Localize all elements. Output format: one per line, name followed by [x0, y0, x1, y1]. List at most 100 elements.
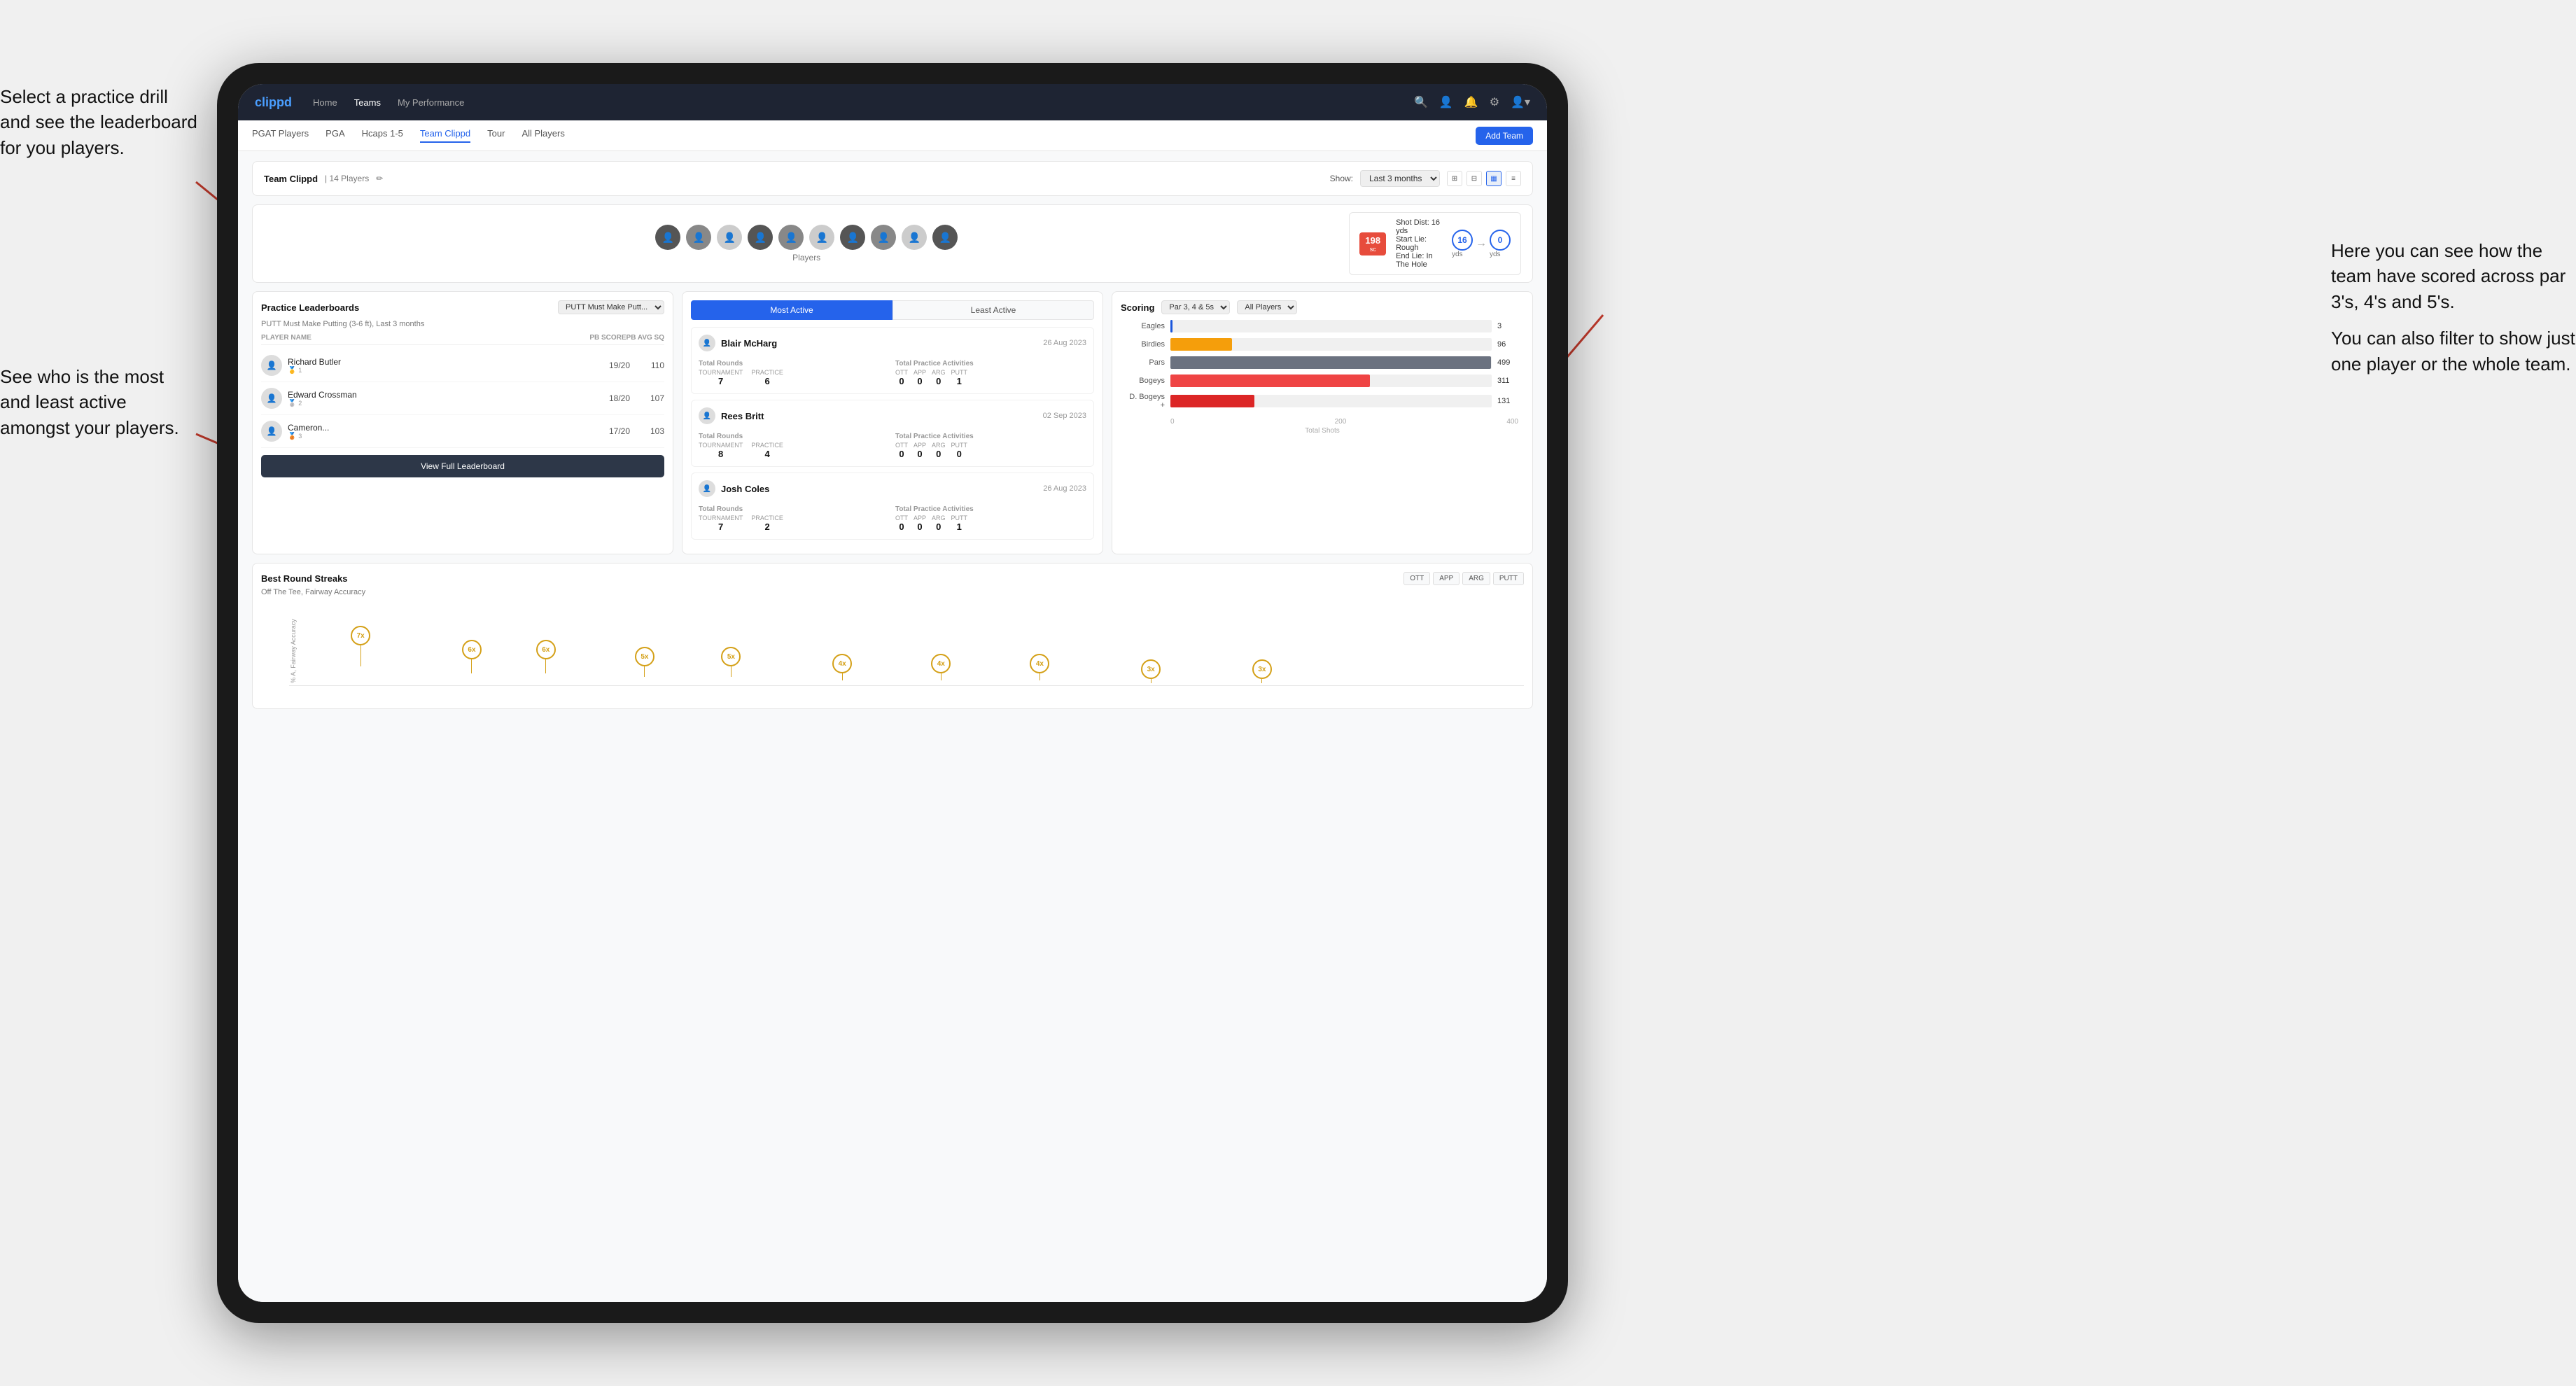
view-icons: ⊞ ⊟ ▦ ≡	[1447, 171, 1521, 186]
bar-pars: Pars 499	[1126, 356, 1518, 369]
avatar-9[interactable]: 👤	[902, 225, 927, 250]
bell-icon[interactable]: 🔔	[1464, 95, 1478, 109]
streak-dot-5: 5x	[721, 647, 741, 677]
avatar-6[interactable]: 👤	[809, 225, 834, 250]
nav-icons: 🔍 👤 🔔 ⚙ 👤▾	[1414, 95, 1530, 109]
player-card-3: 👤 Josh Coles 26 Aug 2023 Total Rounds To…	[691, 472, 1094, 540]
player-stats-2: Total Rounds Tournament8 Practice4 Total…	[699, 428, 1086, 459]
period-select[interactable]: Last 3 months	[1360, 170, 1440, 187]
players-label: Players	[792, 253, 820, 262]
show-label: Show:	[1330, 174, 1353, 183]
streak-circle-4: 5x	[635, 647, 654, 666]
subnav-tour[interactable]: Tour	[487, 128, 505, 143]
streak-line-2	[471, 659, 472, 673]
scoring-filter-players[interactable]: All Players	[1237, 300, 1297, 314]
scoring-title: Scoring	[1121, 302, 1154, 313]
avatar-4[interactable]: 👤	[748, 225, 773, 250]
avatar-7[interactable]: 👤	[840, 225, 865, 250]
view-card-icon[interactable]: ▦	[1486, 171, 1502, 186]
avatar-5[interactable]: 👤	[778, 225, 804, 250]
player-card-avatar-1: 👤	[699, 335, 715, 351]
player-name-1: Richard Butler	[288, 357, 600, 367]
subnav-teamclippd[interactable]: Team Clippd	[420, 128, 470, 143]
subnav-links: PGAT Players PGA Hcaps 1-5 Team Clippd T…	[252, 128, 1476, 143]
view-detail-icon[interactable]: ≡	[1506, 171, 1521, 186]
bar-track-birdies	[1170, 338, 1492, 351]
view-leaderboard-button[interactable]: View Full Leaderboard	[261, 455, 664, 477]
streak-line-1	[360, 645, 361, 666]
streak-line-5	[731, 666, 732, 677]
player-score-3: 17/20	[606, 426, 634, 436]
player-card-date-2: 02 Sep 2023	[1043, 412, 1086, 420]
streak-dot-8: 4x	[1030, 654, 1049, 680]
streak-line-9	[1151, 679, 1152, 683]
subnav-allplayers[interactable]: All Players	[522, 128, 564, 143]
app-button[interactable]: APP	[1433, 572, 1460, 585]
ott-button[interactable]: OTT	[1404, 572, 1430, 585]
settings-icon[interactable]: ⚙	[1490, 95, 1499, 109]
avatar-1[interactable]: 👤	[655, 225, 680, 250]
avatar-3[interactable]: 👤	[717, 225, 742, 250]
bar-chart: Eagles 3 Birdies 96	[1121, 320, 1524, 435]
tablet-screen: clippd Home Teams My Performance 🔍 👤 🔔 ⚙…	[238, 84, 1547, 1302]
bar-birdies: Birdies 96	[1126, 338, 1518, 351]
tab-least-active[interactable]: Least Active	[892, 300, 1094, 320]
subnav-pgat[interactable]: PGAT Players	[252, 128, 309, 143]
player-card-avatar-3: 👤	[699, 480, 715, 497]
drill-select[interactable]: PUTT Must Make Putt...	[558, 300, 664, 314]
total-rounds-label-1: Total Rounds	[699, 360, 890, 368]
people-icon[interactable]: 👤	[1439, 95, 1453, 109]
user-avatar-icon[interactable]: 👤▾	[1511, 95, 1530, 109]
bar-label-birdies: Birdies	[1126, 340, 1165, 349]
streak-circle-6: 4x	[832, 654, 852, 673]
avatar-8[interactable]: 👤	[871, 225, 896, 250]
arg-button[interactable]: ARG	[1462, 572, 1490, 585]
putt-button[interactable]: PUTT	[1493, 572, 1524, 585]
streaks-buttons: OTT APP ARG PUTT	[1404, 572, 1524, 585]
player-score-2: 18/20	[606, 393, 634, 403]
subnav-hcaps[interactable]: Hcaps 1-5	[362, 128, 403, 143]
player-avg-3: 103	[639, 426, 664, 436]
avatar-2[interactable]: 👤	[686, 225, 711, 250]
search-icon[interactable]: 🔍	[1414, 95, 1428, 109]
avatar-10[interactable]: 👤	[932, 225, 958, 250]
scoring-header: Scoring Par 3, 4 & 5s All Players	[1121, 300, 1524, 314]
bar-value-eagles: 3	[1497, 322, 1518, 330]
bar-bogeys: Bogeys 311	[1126, 374, 1518, 387]
nav-myperformance[interactable]: My Performance	[398, 97, 464, 108]
subnav-pga[interactable]: PGA	[326, 128, 344, 143]
axis-title: Total Shots	[1126, 427, 1518, 435]
scoring-panel: Scoring Par 3, 4 & 5s All Players Eagles	[1112, 291, 1533, 554]
streaks-subtitle: Off The Tee, Fairway Accuracy	[261, 588, 1524, 596]
streaks-header: Best Round Streaks OTT APP ARG PUTT	[261, 572, 1524, 585]
main-content: Team Clippd | 14 Players ✏ Show: Last 3 …	[238, 151, 1547, 1302]
nav-home[interactable]: Home	[313, 97, 337, 108]
bar-fill-dbogeys	[1170, 395, 1254, 407]
bar-fill-birdies	[1170, 338, 1232, 351]
nav-teams[interactable]: Teams	[354, 97, 381, 108]
tab-most-active[interactable]: Most Active	[691, 300, 892, 320]
view-list-icon[interactable]: ⊟	[1466, 171, 1482, 186]
streak-circle-7: 4x	[931, 654, 951, 673]
bar-label-pars: Pars	[1126, 358, 1165, 367]
yds-right-circle: 0	[1490, 230, 1511, 251]
bar-fill-eagles	[1170, 320, 1172, 332]
bar-eagles: Eagles 3	[1126, 320, 1518, 332]
shot-info-card: 198 sc Shot Dist: 16 yds Start Lie: Roug…	[1349, 212, 1521, 275]
bar-dbogeys: D. Bogeys + 131	[1126, 393, 1518, 410]
streak-dot-7: 4x	[931, 654, 951, 680]
scoring-filter-par[interactable]: Par 3, 4 & 5s	[1161, 300, 1230, 314]
player-card-header-3: 👤 Josh Coles 26 Aug 2023	[699, 480, 1086, 497]
player-avatar-1: 👤	[261, 355, 282, 376]
medal-3: 🥉 3	[288, 433, 600, 440]
player-card-date-3: 26 Aug 2023	[1043, 484, 1086, 493]
edit-icon[interactable]: ✏	[376, 174, 383, 183]
medal-2: 🥈 2	[288, 400, 600, 407]
player-avatars: 👤 👤 👤 👤 👤 👤 👤 👤 👤 👤	[655, 225, 958, 250]
view-grid-icon[interactable]: ⊞	[1447, 171, 1462, 186]
leaderboard-table-header: PLAYER NAME PB SCORE PB AVG SQ	[261, 334, 664, 345]
leaderboard-subtitle: PUTT Must Make Putting (3-6 ft), Last 3 …	[261, 320, 664, 328]
add-team-button[interactable]: Add Team	[1476, 127, 1533, 145]
leaderboard-header: Practice Leaderboards PUTT Must Make Put…	[261, 300, 664, 314]
medal-1: 🥇 1	[288, 367, 600, 374]
